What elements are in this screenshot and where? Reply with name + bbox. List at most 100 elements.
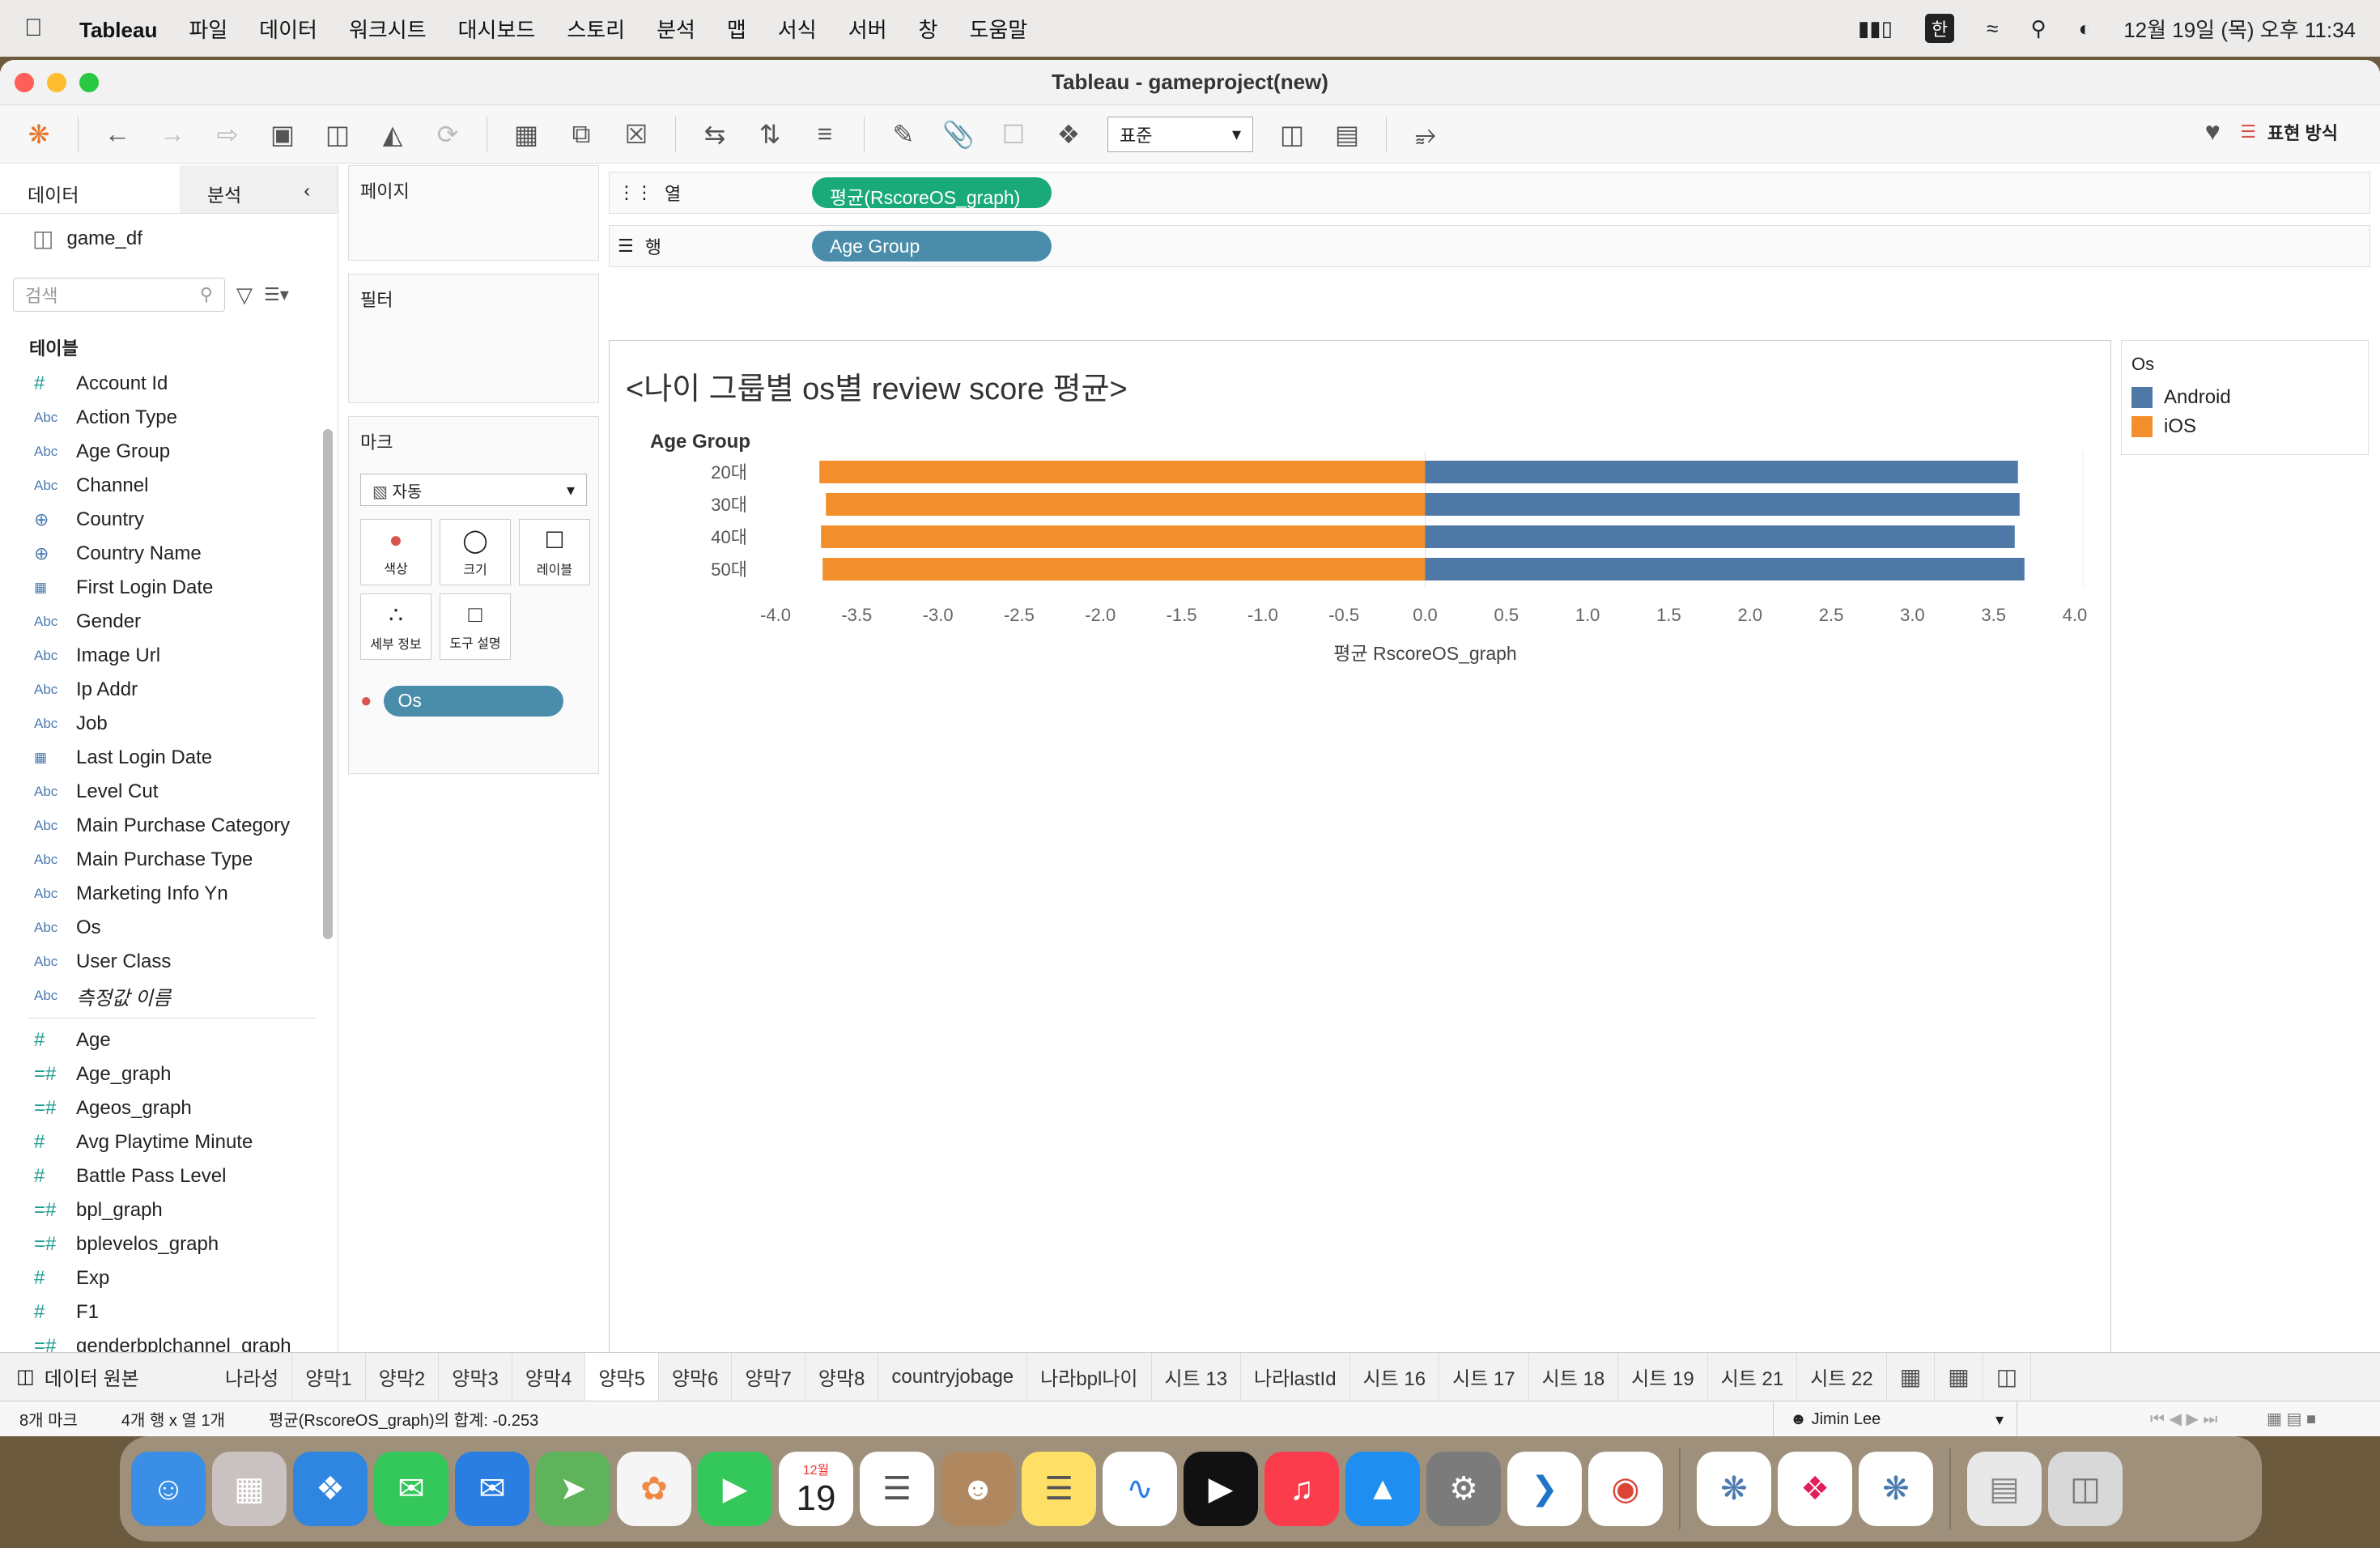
tableau-app-icon[interactable]: ❋ [1859,1452,1933,1526]
datasource-tab[interactable]: ◫ 데이터 원본 [0,1363,212,1391]
field-item[interactable]: ▦ First Login Date [0,571,338,605]
music-icon[interactable]: ♫ [1264,1452,1339,1526]
sheet-tab[interactable]: 나라bpl나이 [1027,1352,1152,1401]
mark-type-dropdown[interactable]: ▧ 자동 ▾ [360,474,587,506]
safari-icon[interactable]: ❖ [293,1452,368,1526]
menu-item[interactable]: 데이터 [259,18,317,42]
menu-item[interactable]: 서식 [778,18,817,42]
sheet-tab[interactable]: countryjobage [878,1352,1028,1401]
field-search-input[interactable]: 검색 ⚲ [13,278,225,312]
columns-pill[interactable]: 평균(RscoreOS_graph) [812,177,1052,208]
field-item[interactable]: Abc Os [0,911,338,945]
system-settings-icon[interactable]: ⚙ [1426,1452,1501,1526]
photos-icon[interactable]: ✿ [617,1452,691,1526]
new-dashboard-tab-icon[interactable]: ▦ [1935,1352,1983,1401]
field-item[interactable]: Abc Ip Addr [0,673,338,707]
sheet-tab[interactable]: 양막2 [366,1352,440,1401]
datasource-item[interactable]: ◫ game_df [0,214,338,263]
field-item[interactable]: Abc 측정값 이름 [0,979,338,1013]
finder-icon[interactable]: ☺ [131,1452,206,1526]
menu-item[interactable]: 분석 [657,18,695,42]
field-item[interactable]: =# bplevelos_graph [0,1227,338,1261]
wifi-icon[interactable]: ≈ [1987,16,1998,41]
field-item[interactable]: # Avg Playtime Minute [0,1125,338,1159]
share-icon[interactable]: ⥵ [1409,119,1442,150]
maps-icon[interactable]: ➤ [536,1452,610,1526]
field-item[interactable]: # Battle Pass Level [0,1159,338,1193]
sort-descending-icon[interactable]: ≡ [809,119,841,149]
chrome-icon[interactable]: ◉ [1588,1452,1663,1526]
tooltip-mark-button[interactable]: □ 도구 설명 [440,593,511,660]
sheet-tab[interactable]: 양막5 [585,1352,659,1401]
field-item[interactable]: # Exp [0,1261,338,1295]
sheet-tab[interactable]: 시트 21 [1708,1352,1798,1401]
field-item[interactable]: Abc Channel [0,469,338,503]
user-menu[interactable]: ☻ Jimin Lee ▾ [1773,1401,2017,1436]
field-item[interactable]: Abc Age Group [0,435,338,469]
field-item[interactable]: Abc Gender [0,605,338,639]
clear-sheet-icon[interactable]: ☒ [620,119,652,150]
zoom-window-button[interactable] [79,73,99,92]
show-me-button[interactable]: ♥ ☰ 표현 방식 [2196,117,2338,147]
highlight-icon[interactable]: ✎ [887,119,920,150]
undo-icon[interactable]: ← [101,119,134,149]
pause-updates-icon[interactable]: ◭ [376,119,409,150]
new-worksheet-icon[interactable]: ▦ [510,119,542,150]
data-pane-scrollbar[interactable] [323,429,333,939]
replay-animation-icon[interactable]: ⇨ [211,119,244,150]
duplicate-sheet-icon[interactable]: ⧉ [565,119,597,150]
menu-item[interactable]: 서버 [848,18,887,42]
freeform-icon[interactable]: ∿ [1103,1452,1177,1526]
legend-item-ios[interactable]: iOS [2122,412,2368,441]
presentation-mode-icon[interactable]: ▤ [1331,119,1363,150]
field-item[interactable]: # Account Id [0,367,338,401]
menu-clock[interactable]: 12월 19일 (목) 오후 11:34 [2123,14,2356,44]
filters-card[interactable]: 필터 [348,274,599,403]
menu-item[interactable]: 도움말 [969,18,1027,42]
field-item[interactable]: =# bpl_graph [0,1193,338,1227]
field-item[interactable]: # F1 [0,1295,338,1329]
fix-axes-icon[interactable]: ❖ [1052,119,1085,150]
menu-item[interactable]: 대시보드 [458,18,536,42]
apple-menu-icon[interactable]:  [24,15,57,42]
sheet-tab[interactable]: 양막1 [292,1352,366,1401]
label-mark-button[interactable]: ☐ 레이블 [519,519,590,585]
field-item[interactable]: ▦ Last Login Date [0,741,338,775]
field-item[interactable]: Abc Main Purchase Type [0,843,338,877]
tableau-logo-icon[interactable]: ❋ [23,119,55,150]
downloads-stack-icon[interactable]: ▤ [1967,1452,2042,1526]
pages-card[interactable]: 페이지 [348,165,599,261]
tableau-app-icon[interactable]: ❋ [1697,1452,1771,1526]
menu-item[interactable]: 파일 [189,18,227,42]
sheet-tab[interactable]: 시트 13 [1152,1352,1242,1401]
fit-dropdown[interactable]: 표준 ▾ [1107,116,1253,152]
os-color-pill[interactable]: Os [383,686,563,717]
detail-mark-button[interactable]: ∴ 세부 정보 [360,593,431,660]
size-mark-button[interactable]: ◯ 크기 [440,519,511,585]
field-item[interactable]: Abc Main Purchase Category [0,809,338,843]
messages-icon[interactable]: ✉ [374,1452,448,1526]
sheet-tab[interactable]: 시트 19 [1618,1352,1708,1401]
calendar-icon[interactable]: 12월 19 [779,1452,853,1526]
notes-icon[interactable]: ☰ [1022,1452,1096,1526]
filter-icon[interactable]: ▽ [236,283,253,308]
field-item[interactable]: ⊕ Country [0,503,338,537]
swap-rows-columns-icon[interactable]: ⇆ [699,119,731,150]
sheet-tab[interactable]: 양막8 [805,1352,879,1401]
new-story-tab-icon[interactable]: ◫ [1983,1352,2032,1401]
show-mark-labels-icon[interactable]: ☐ [997,119,1030,150]
sheet-tab[interactable]: 양막4 [512,1352,586,1401]
trash-icon[interactable]: ◫ [2048,1452,2123,1526]
control-center-icon[interactable]: ◐ [2078,16,2091,41]
sheet-view-icons[interactable]: ▦ ▤ ■ [2267,1409,2316,1429]
contacts-icon[interactable]: ☻ [941,1452,1015,1526]
sheet-tab[interactable]: 양막6 [659,1352,733,1401]
spotlight-search-icon[interactable]: ⚲ [2030,16,2046,41]
field-item[interactable]: =# Ageos_graph [0,1091,338,1125]
collapse-pane-icon[interactable]: ‹ [304,180,310,201]
battery-icon[interactable]: ▮▮▯ [1858,16,1893,41]
sheet-tab[interactable]: 나라lastId [1241,1352,1350,1401]
sheet-tab[interactable]: 양막3 [439,1352,512,1401]
menu-item[interactable]: 창 [919,18,938,42]
minimize-window-button[interactable] [47,73,66,92]
